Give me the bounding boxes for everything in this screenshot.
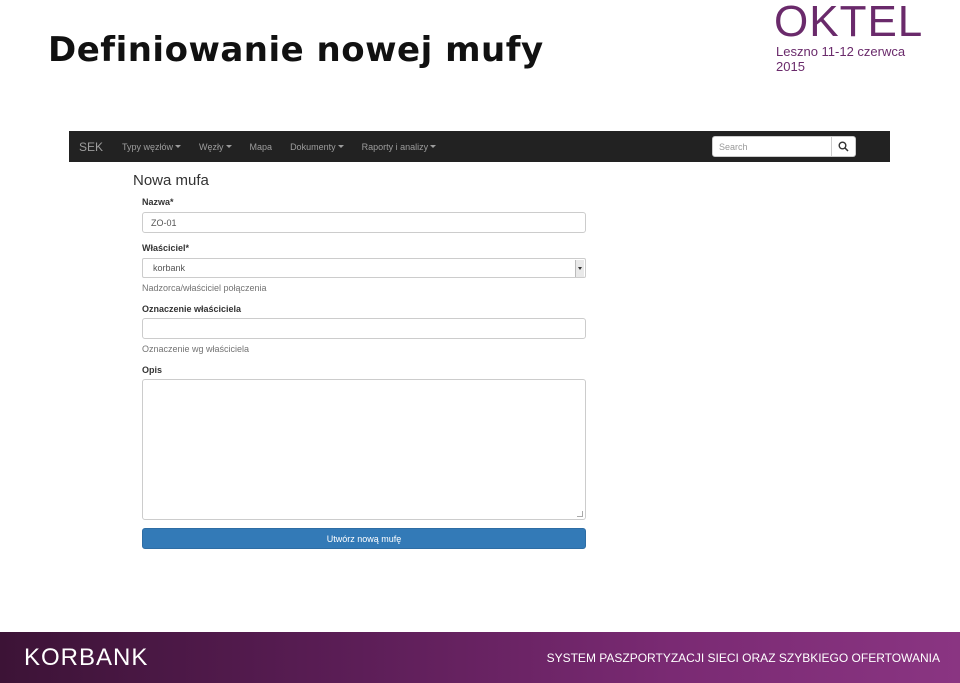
search-input[interactable] (712, 136, 832, 157)
navbar-brand[interactable]: SEK (79, 140, 103, 154)
nav-item-label: Dokumenty (290, 141, 336, 152)
oktel-logo: OKTEL Leszno 11-12 czerwca 2015 (774, 0, 934, 74)
owner-marking-field[interactable] (142, 318, 586, 339)
caret-down-icon (175, 145, 182, 148)
nav-item-wezly[interactable]: Węzły (199, 142, 232, 152)
search-icon (838, 141, 849, 152)
nav-item-label: Typy węzłów (122, 141, 174, 152)
navbar-search (712, 136, 856, 157)
name-label: Nazwa* (142, 197, 174, 207)
resize-handle-icon[interactable] (577, 511, 583, 517)
event-subtitle: Leszno 11-12 czerwca 2015 (776, 44, 906, 74)
footer-band: KORBANK SYSTEM PASZPORTYZACJI SIECI ORAZ… (0, 632, 960, 683)
description-textarea[interactable] (142, 379, 586, 520)
owner-label: Właściciel* (142, 243, 190, 253)
nav-item-typy-wezlow[interactable]: Typy węzłów (122, 141, 182, 152)
name-value: ZO-01 (151, 217, 177, 228)
owner-select[interactable]: korbank (142, 258, 586, 278)
caret-down-icon (430, 145, 437, 148)
owner-help-text: Nadzorca/właściciel połączenia (142, 283, 267, 293)
app-screenshot: SEK Typy węzłów Węzły Mapa Dokumenty Rap… (69, 131, 890, 549)
create-closure-button[interactable]: Utwórz nową mufę (142, 528, 586, 549)
nav-item-label: Raporty i analizy (361, 141, 429, 152)
nav-item-label: Węzły (199, 141, 224, 152)
owner-marking-help-text: Oznaczenie wg właściciela (142, 344, 250, 354)
new-closure-form: Nowa mufa Nazwa* ZO-01 Właściciel* korba… (133, 172, 593, 549)
slide-title: Definiowanie nowej mufy (48, 30, 544, 70)
name-field[interactable]: ZO-01 (142, 212, 586, 233)
oktel-logo-word: OKTEL (774, 0, 924, 46)
description-label: Opis (142, 365, 163, 375)
nav-item-mapa[interactable]: Mapa (250, 142, 273, 152)
footer-tagline: SYSTEM PASZPORTYZACJI SIECI ORAZ SZYBKIE… (546, 650, 940, 665)
nav-item-raporty[interactable]: Raporty i analizy (362, 142, 437, 152)
chevron-down-icon (575, 260, 584, 277)
search-button[interactable] (832, 136, 856, 157)
owner-marking-label: Oznaczenie właściciela (142, 304, 242, 314)
nav-item-dokumenty[interactable]: Dokumenty (290, 142, 344, 152)
nav-item-label: Mapa (249, 141, 273, 152)
owner-value: korbank (153, 263, 186, 273)
caret-down-icon (337, 145, 344, 148)
form-title: Nowa mufa (133, 172, 209, 189)
caret-down-icon (225, 145, 232, 148)
korbank-logo: KORBANK (24, 643, 149, 671)
navbar: SEK Typy węzłów Węzły Mapa Dokumenty Rap… (69, 131, 890, 162)
